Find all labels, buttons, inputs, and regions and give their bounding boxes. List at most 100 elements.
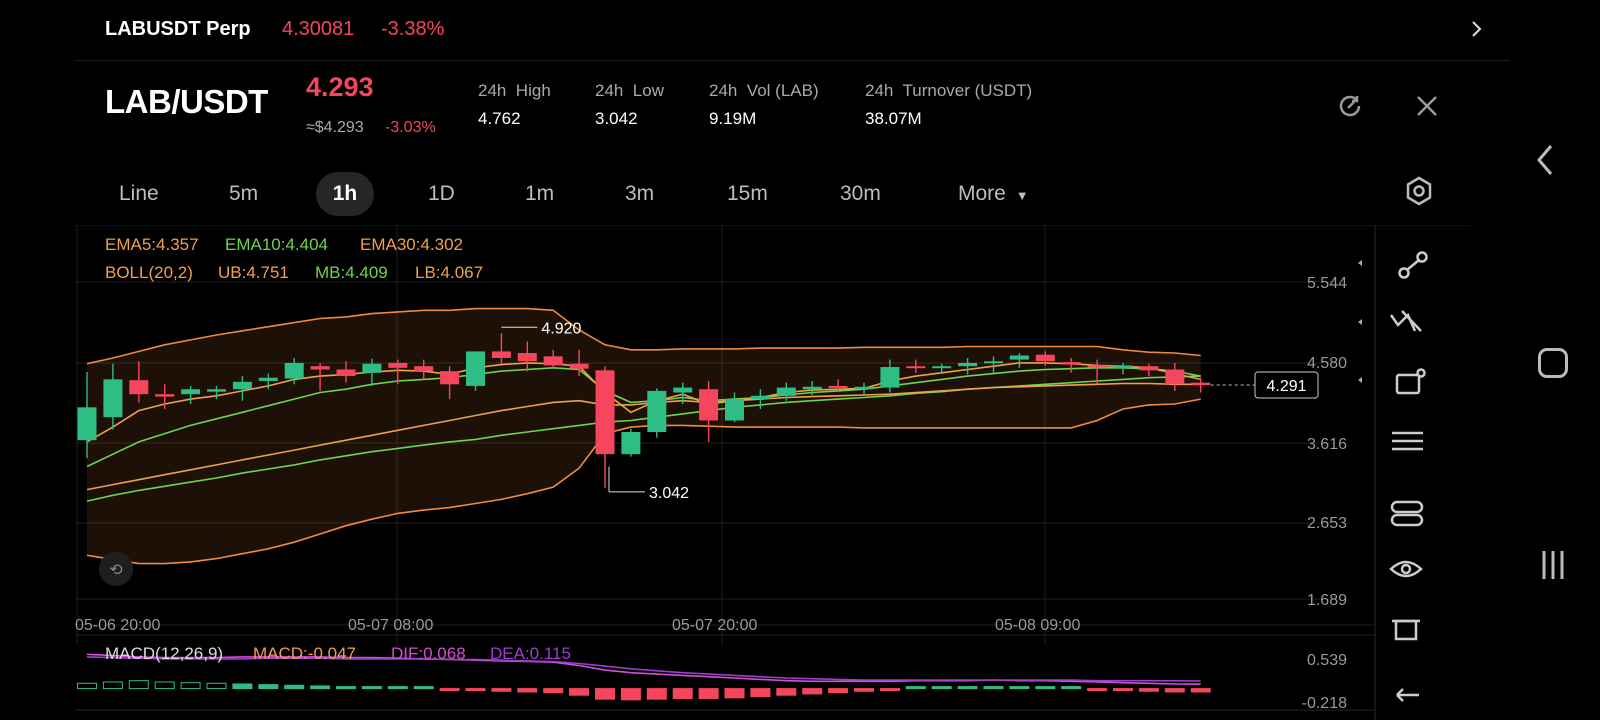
candle-body bbox=[103, 379, 123, 418]
candle-body bbox=[1191, 382, 1211, 386]
boll-mb-label: MB:4.409 bbox=[315, 263, 388, 282]
eye-icon[interactable] bbox=[1389, 560, 1423, 578]
price-chart[interactable]: EMA5:4.357 EMA10:4.404 EMA30:4.302 BOLL(… bbox=[75, 225, 1470, 720]
candle-body bbox=[207, 389, 226, 392]
macd-bar bbox=[724, 688, 745, 699]
stat-high-value: 4.762 bbox=[478, 109, 521, 128]
tab-3m[interactable]: 3m bbox=[625, 172, 654, 216]
macd-value: MACD:-0.047 bbox=[253, 644, 356, 663]
ema10-label: EMA10:4.404 bbox=[225, 235, 328, 254]
candle-body bbox=[802, 386, 822, 390]
macd-bar bbox=[620, 688, 641, 701]
ticker-change: -3.38% bbox=[381, 18, 445, 40]
macd-bar bbox=[776, 688, 797, 696]
tab-more[interactable]: More ▼ bbox=[958, 172, 1029, 216]
macd-bar bbox=[1087, 688, 1108, 692]
macd-bar bbox=[336, 686, 356, 690]
candle-body bbox=[880, 367, 900, 388]
candle-body bbox=[232, 381, 252, 390]
tab-15m[interactable]: 15m bbox=[727, 172, 768, 216]
candle-body bbox=[828, 385, 848, 388]
candle-body bbox=[647, 390, 667, 432]
expand-arrow-icon[interactable] bbox=[1358, 260, 1362, 266]
candle-body bbox=[543, 356, 563, 366]
chevron-right-icon[interactable] bbox=[1465, 14, 1489, 44]
macd-bar bbox=[802, 688, 823, 695]
stat-vol-label: 24h Vol (LAB) bbox=[709, 81, 819, 100]
candle-body bbox=[750, 395, 770, 400]
candle-body bbox=[1087, 365, 1107, 368]
candle-body bbox=[854, 386, 874, 390]
tab-30m[interactable]: 30m bbox=[840, 172, 881, 216]
macd-bar bbox=[491, 688, 512, 692]
candle-body bbox=[491, 351, 511, 358]
macd-bar bbox=[232, 683, 253, 690]
multiline-tool-icon[interactable] bbox=[1389, 310, 1422, 332]
candle-body bbox=[414, 366, 434, 372]
macd-bar bbox=[361, 686, 382, 690]
candle-body bbox=[1009, 355, 1029, 360]
macd-bar bbox=[180, 682, 201, 690]
macd-bar bbox=[1113, 688, 1133, 692]
refresh-icon[interactable] bbox=[1334, 90, 1366, 122]
macd-bar bbox=[206, 682, 227, 690]
recents-nav-icon[interactable] bbox=[1538, 548, 1568, 582]
candle-body bbox=[336, 369, 356, 377]
boll-ub-label: UB:4.751 bbox=[218, 263, 289, 282]
undo-icon[interactable] bbox=[1396, 688, 1419, 702]
links-icon[interactable] bbox=[1390, 500, 1424, 527]
candle-body bbox=[569, 363, 589, 369]
x-tick: 05-06 20:00 bbox=[75, 617, 161, 634]
macd-bar bbox=[983, 686, 1004, 690]
high-marker-label: 4.920 bbox=[541, 320, 581, 337]
tab-1h[interactable]: 1h bbox=[316, 172, 374, 216]
macd-bar bbox=[77, 682, 97, 690]
candle-body bbox=[1165, 369, 1185, 385]
tab-1d[interactable]: 1D bbox=[428, 172, 455, 216]
macd-title: MACD(12,26,9) bbox=[105, 644, 223, 663]
macd-bar bbox=[879, 688, 900, 692]
candle-body bbox=[129, 380, 149, 395]
macd-bar bbox=[387, 686, 408, 690]
ticker-bar[interactable]: LABUSDT Perp 4.30081 -3.38% bbox=[75, 0, 1510, 61]
candle-body bbox=[595, 370, 615, 455]
ticker-price: 4.30081 bbox=[282, 18, 355, 40]
y-tick: 3.616 bbox=[1307, 436, 1347, 453]
stat-vol-value: 9.19M bbox=[709, 109, 757, 128]
current-price-label: 4.291 bbox=[1266, 378, 1306, 395]
macd-bar bbox=[1164, 688, 1185, 693]
tab-line[interactable]: Line bbox=[119, 172, 159, 216]
expand-arrow-icon[interactable] bbox=[1358, 377, 1362, 383]
settings-icon[interactable] bbox=[1402, 174, 1436, 208]
close-icon[interactable] bbox=[1411, 90, 1443, 122]
tab-5m[interactable]: 5m bbox=[229, 172, 258, 216]
macd-bar bbox=[854, 688, 874, 692]
candle-body bbox=[621, 431, 641, 455]
macd-bar bbox=[258, 684, 279, 690]
macd-bar bbox=[1061, 686, 1082, 690]
tab-1m[interactable]: 1m bbox=[525, 172, 554, 216]
candle-body bbox=[725, 399, 744, 421]
y-tick: 1.689 bbox=[1307, 592, 1347, 609]
macd-bar bbox=[1009, 686, 1030, 690]
candle-body bbox=[776, 387, 796, 396]
candle-body bbox=[310, 366, 330, 370]
boll-label: BOLL(20,2) bbox=[105, 263, 193, 282]
candle-body bbox=[906, 366, 926, 369]
macd-bar bbox=[931, 686, 952, 690]
stat-turnover-label: 24h Turnover (USDT) bbox=[865, 81, 1033, 100]
y-tick: 5.544 bbox=[1307, 275, 1347, 292]
candle-body bbox=[258, 377, 278, 382]
adjust-sliders-icon[interactable] bbox=[1392, 431, 1423, 451]
y-tick: 2.653 bbox=[1307, 515, 1347, 532]
boll-lb-label: LB:4.067 bbox=[415, 263, 483, 282]
macd-bar bbox=[828, 688, 849, 694]
trash-icon[interactable] bbox=[1392, 619, 1420, 641]
home-nav-icon[interactable] bbox=[1538, 348, 1568, 378]
macd-bar bbox=[1035, 686, 1056, 690]
back-nav-icon[interactable] bbox=[1530, 142, 1560, 178]
shape-tool-icon[interactable] bbox=[1395, 368, 1426, 395]
macd-bar bbox=[1190, 688, 1211, 693]
trendline-tool-icon[interactable] bbox=[1398, 251, 1428, 279]
expand-arrow-icon[interactable] bbox=[1358, 319, 1362, 325]
